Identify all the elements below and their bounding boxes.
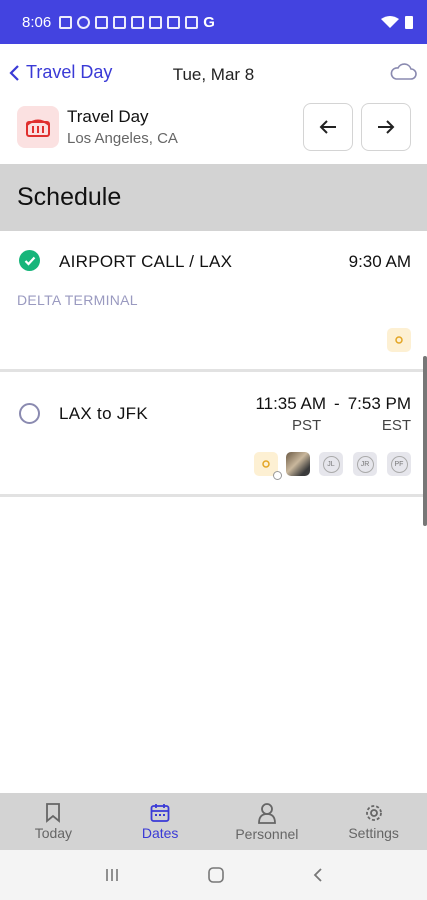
home-icon[interactable] bbox=[207, 866, 225, 884]
schedule-item[interactable]: AIRPORT CALL / LAX 9:30 AM DELTA TERMINA… bbox=[0, 231, 427, 372]
notification-icon bbox=[77, 15, 91, 29]
arrival-time: 7:53 PM bbox=[347, 394, 411, 413]
clock-icon bbox=[273, 471, 282, 480]
travel-day-icon bbox=[17, 106, 59, 148]
item-title: AIRPORT CALL / LAX bbox=[59, 252, 233, 271]
arrow-right-icon bbox=[378, 120, 395, 134]
arrow-left-icon bbox=[319, 120, 336, 134]
google-icon: G bbox=[203, 13, 215, 31]
recent-apps-icon[interactable] bbox=[104, 867, 120, 883]
scrollbar[interactable] bbox=[423, 356, 427, 526]
tab-label: Dates bbox=[141, 824, 179, 841]
gear-icon bbox=[365, 804, 382, 821]
tab-personnel[interactable]: Personnel bbox=[214, 793, 321, 850]
back-button[interactable]: Travel Day bbox=[8, 62, 112, 83]
alert-icon bbox=[395, 336, 403, 344]
tab-label: Settings bbox=[348, 824, 399, 841]
header: Travel Day Tue, Mar 8 Travel Day Los Ang… bbox=[0, 44, 427, 164]
mail-icon bbox=[95, 15, 109, 29]
notification-icons: G bbox=[59, 14, 215, 31]
bookmark-icon bbox=[46, 802, 61, 823]
chart-icon bbox=[185, 15, 199, 29]
personnel-avatar[interactable]: JL bbox=[319, 452, 343, 476]
item-subtitle: DELTA TERMINAL bbox=[17, 292, 138, 308]
notification-icon bbox=[59, 15, 73, 29]
time-separator: - bbox=[334, 394, 340, 413]
schedule-item[interactable]: LAX to JFK 11:35 AM - 7:53 PM PST EST JL… bbox=[0, 372, 427, 497]
chevron-left-icon bbox=[9, 64, 19, 81]
personnel-initials: JR bbox=[356, 455, 374, 473]
file-icon bbox=[149, 15, 163, 29]
departure-time: 11:35 AM bbox=[255, 394, 327, 413]
back-label: Travel Day bbox=[26, 62, 113, 82]
item-title: LAX to JFK bbox=[59, 404, 148, 423]
tab-settings[interactable]: Settings bbox=[320, 793, 427, 850]
wifi-icon bbox=[381, 16, 399, 28]
check-icon bbox=[24, 256, 35, 266]
status-bar: 8:06 G bbox=[0, 0, 427, 44]
warning-badge bbox=[387, 328, 411, 352]
personnel-avatar[interactable]: PF bbox=[387, 452, 411, 476]
tab-label: Personnel bbox=[235, 825, 299, 842]
system-nav-bar bbox=[0, 850, 427, 900]
lock-icon bbox=[131, 15, 145, 29]
warning-badge bbox=[254, 452, 282, 480]
calendar-icon bbox=[150, 803, 170, 822]
tab-label: Today bbox=[34, 824, 73, 841]
event-summary: Travel Day Los Angeles, CA bbox=[17, 102, 411, 152]
event-location: Los Angeles, CA bbox=[67, 130, 178, 147]
event-title: Travel Day bbox=[67, 107, 149, 126]
departure-timezone: PST bbox=[292, 417, 322, 434]
personnel-avatar[interactable]: JR bbox=[353, 452, 377, 476]
battery-icon bbox=[405, 15, 413, 29]
person-icon bbox=[257, 802, 276, 824]
schedule-title: Schedule bbox=[17, 183, 122, 211]
back-icon[interactable] bbox=[312, 867, 324, 883]
file-icon bbox=[167, 15, 181, 29]
avatar[interactable] bbox=[286, 452, 310, 476]
image-icon bbox=[113, 15, 127, 29]
alert-icon bbox=[262, 460, 270, 468]
personnel-initials: PF bbox=[390, 455, 408, 473]
next-day-button[interactable] bbox=[361, 103, 411, 151]
tab-dates[interactable]: Dates bbox=[107, 793, 214, 850]
item-time: 9:30 AM bbox=[348, 252, 411, 271]
cloud-icon[interactable] bbox=[389, 62, 417, 82]
completed-checkbox[interactable] bbox=[19, 250, 40, 271]
personnel-initials: JL bbox=[322, 455, 340, 473]
incomplete-checkbox[interactable] bbox=[19, 403, 40, 424]
tab-today[interactable]: Today bbox=[0, 793, 107, 850]
arrival-timezone: EST bbox=[381, 417, 411, 434]
status-time: 8:06 bbox=[22, 13, 52, 31]
schedule-header: Schedule bbox=[0, 164, 427, 231]
flight-times: 11:35 AM - 7:53 PM bbox=[255, 394, 411, 414]
previous-day-button[interactable] bbox=[303, 103, 353, 151]
bottom-nav: Today Dates Personnel Settings bbox=[0, 793, 427, 850]
